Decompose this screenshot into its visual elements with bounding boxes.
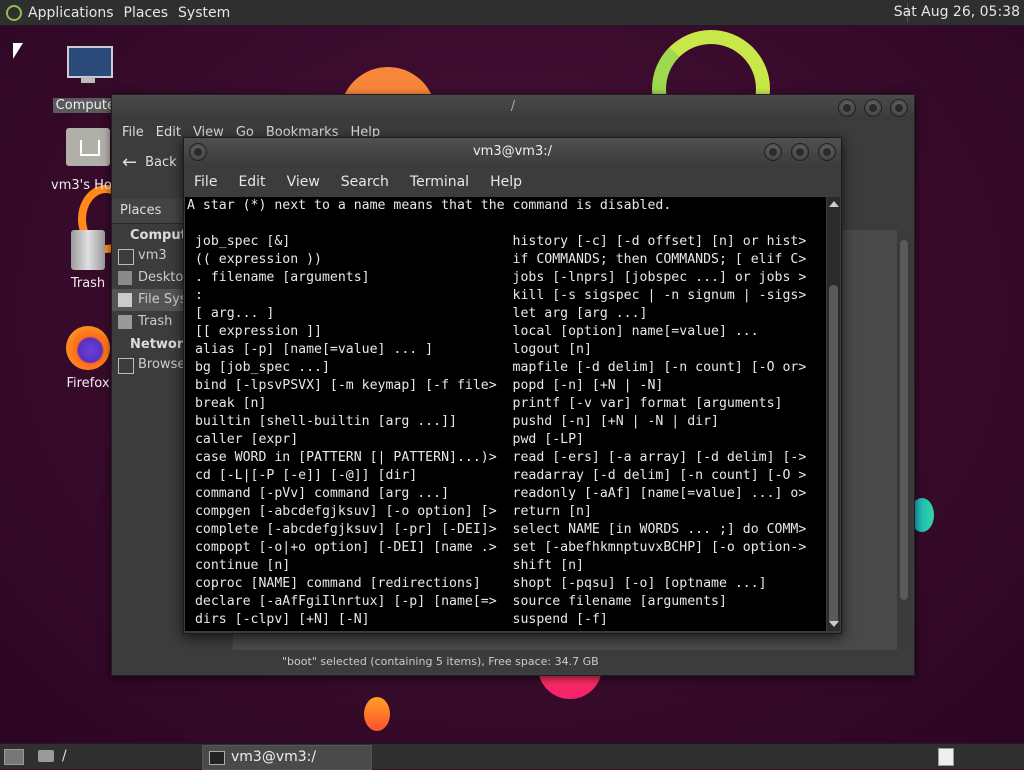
taskbar-terminal-button[interactable]: vm3@vm3:/ bbox=[202, 745, 372, 770]
terminal-icon bbox=[209, 751, 225, 765]
back-button[interactable]: Back bbox=[145, 155, 177, 170]
terminal-title: vm3@vm3:/ bbox=[472, 144, 552, 159]
file-manager-title: / bbox=[510, 99, 516, 114]
terminal-text: A star (*) next to a name means that the… bbox=[187, 197, 826, 629]
distro-logo-icon[interactable] bbox=[6, 4, 22, 21]
terminal-scrollbar[interactable] bbox=[827, 197, 840, 631]
back-arrow-icon: ← bbox=[122, 151, 138, 173]
file-manager-statusbar: "boot" selected (containing 5 items), Fr… bbox=[282, 655, 599, 668]
bottom-panel: / vm3@vm3:/ bbox=[0, 743, 1024, 770]
scroll-up-icon[interactable] bbox=[829, 201, 839, 207]
trash-icon bbox=[71, 230, 105, 270]
terminal-menubar: File Edit View Search Terminal Help bbox=[184, 165, 841, 198]
show-desktop-icon[interactable] bbox=[4, 749, 24, 765]
panel-clock[interactable]: Sat Aug 26, 05:38 bbox=[894, 4, 1020, 20]
scrollbar-thumb[interactable] bbox=[829, 285, 838, 625]
fm-menu-edit[interactable]: Edit bbox=[156, 125, 181, 140]
term-menu-terminal[interactable]: Terminal bbox=[410, 174, 469, 190]
terminal-line: . filename [arguments] jobs [-lnprs] [jo… bbox=[187, 270, 807, 285]
close-button[interactable] bbox=[890, 99, 908, 117]
term-menu-search[interactable]: Search bbox=[341, 174, 389, 190]
terminal-line: continue [n] shift [n] bbox=[187, 558, 584, 573]
terminal-line: [[ expression ]] local [option] name[=va… bbox=[187, 324, 759, 339]
terminal-titlebar[interactable]: vm3@vm3:/ bbox=[184, 138, 841, 165]
terminal-line: [ arg... ] let arg [arg ...] bbox=[187, 306, 648, 321]
minimize-button[interactable] bbox=[838, 99, 856, 117]
terminal-line: coproc [NAME] command [redirections] sho… bbox=[187, 576, 767, 591]
terminal-line: : kill [-s sigspec | -n signum | -sigs> bbox=[187, 288, 807, 303]
network-icon bbox=[118, 358, 134, 374]
mouse-pointer-icon bbox=[13, 43, 23, 59]
scroll-down-icon[interactable] bbox=[829, 621, 839, 627]
places-menu[interactable]: Places bbox=[124, 5, 169, 21]
terminal-line: caller [expr] pwd [-LP] bbox=[187, 432, 584, 447]
applications-menu[interactable]: Applications bbox=[28, 5, 114, 21]
terminal-line: bg [job_spec ...] mapfile [-d delim] [-n… bbox=[187, 360, 807, 375]
terminal-line: job_spec [&] history [-c] [-d offset] [n… bbox=[187, 234, 807, 249]
terminal-line: (( expression )) if COMMANDS; then COMMA… bbox=[187, 252, 807, 267]
term-menu-view[interactable]: View bbox=[287, 174, 320, 190]
sidebar-item-label: Trash bbox=[138, 314, 173, 329]
fm-menu-file[interactable]: File bbox=[122, 125, 144, 140]
terminal-line: declare [-aAfFgiIlnrtux] [-p] [name[=> s… bbox=[187, 594, 727, 609]
taskbar-terminal-label: vm3@vm3:/ bbox=[231, 749, 317, 765]
folder-icon bbox=[118, 271, 132, 285]
desktop-icon-label: Firefox bbox=[66, 376, 110, 391]
term-menu-help[interactable]: Help bbox=[490, 174, 522, 190]
terminal-line: command [-pVv] command [arg ...] readonl… bbox=[187, 486, 807, 501]
terminal-window: vm3@vm3:/ File Edit View Search Terminal… bbox=[183, 137, 842, 634]
terminal-output[interactable]: A star (*) next to a name means that the… bbox=[185, 197, 826, 631]
maximize-button[interactable] bbox=[864, 99, 882, 117]
terminal-line: break [n] printf [-v var] format [argume… bbox=[187, 396, 783, 411]
terminal-line: complete [-abcdefgjksuv] [-pr] [-DEI]> s… bbox=[187, 522, 807, 537]
terminal-line: compgen [-abcdefgjksuv] [-o option] [> r… bbox=[187, 504, 592, 519]
workspace-switcher-icon[interactable] bbox=[938, 748, 954, 766]
trash-icon bbox=[118, 315, 132, 329]
terminal-line: compopt [-o|+o option] [-DEI] [name .> s… bbox=[187, 540, 807, 555]
file-manager-titlebar[interactable]: / bbox=[112, 95, 914, 120]
wallpaper-small-orange bbox=[364, 697, 390, 731]
close-button[interactable] bbox=[818, 143, 836, 161]
terminal-line: alias [-p] [name[=value] ... ] logout [n… bbox=[187, 342, 592, 357]
folder-icon[interactable] bbox=[38, 750, 54, 762]
drive-icon bbox=[118, 293, 132, 307]
home-folder-icon bbox=[66, 128, 110, 166]
maximize-button[interactable] bbox=[791, 143, 809, 161]
top-panel: Applications Places System Sat Aug 26, 0… bbox=[0, 0, 1024, 26]
terminal-line: builtin [shell-builtin [arg ...]] pushd … bbox=[187, 414, 719, 429]
sidebar-item-label: vm3 bbox=[138, 248, 167, 263]
system-menu[interactable]: System bbox=[178, 5, 230, 21]
terminal-line: dirs [-clpv] [+N] [-N] suspend [-f] bbox=[187, 612, 608, 627]
term-menu-file[interactable]: File bbox=[194, 174, 217, 190]
terminal-line: A star (*) next to a name means that the… bbox=[187, 198, 672, 213]
fm-scrollbar[interactable] bbox=[897, 230, 911, 650]
home-icon bbox=[118, 249, 134, 265]
desktop-icon-label: Trash bbox=[70, 276, 106, 291]
taskbar-folder-label[interactable]: / bbox=[62, 748, 67, 764]
firefox-icon bbox=[66, 326, 110, 370]
terminal-line: cd [-L|[-P [-e]] [-@]] [dir] readarray [… bbox=[187, 468, 807, 483]
computer-icon bbox=[65, 44, 113, 84]
terminal-line: case WORD in [PATTERN [| PATTERN]...)> r… bbox=[187, 450, 807, 465]
minimize-button[interactable] bbox=[764, 143, 782, 161]
term-menu-edit[interactable]: Edit bbox=[238, 174, 265, 190]
terminal-line: bind [-lpsvPSVX] [-m keymap] [-f file> p… bbox=[187, 378, 664, 393]
